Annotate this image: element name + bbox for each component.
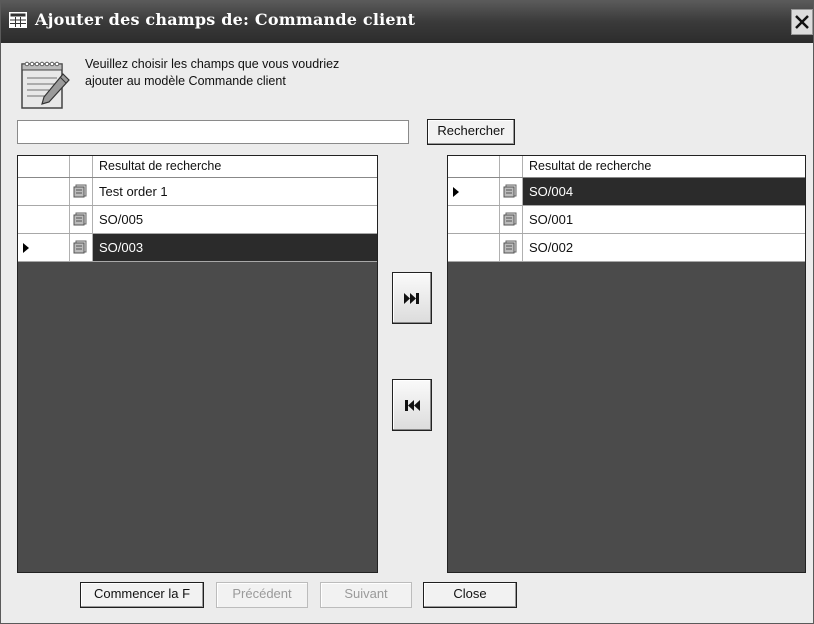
document-icon	[503, 212, 517, 226]
close-button[interactable]: Close	[423, 582, 517, 608]
column-header-result[interactable]: Resultat de recherche	[93, 156, 377, 177]
grid-window-icon	[9, 12, 27, 28]
cell-label: Test order 1	[99, 184, 168, 199]
selected-fields-grid[interactable]: Resultat de recherche SO/004 SO/001 SO/0…	[447, 155, 806, 573]
dialog-window: Ajouter des champs de: Commande client V…	[0, 0, 814, 624]
search-button[interactable]: Rechercher	[427, 119, 515, 145]
previous-button[interactable]: Précédent	[216, 582, 308, 608]
window-title: Ajouter des champs de: Commande client	[35, 10, 416, 29]
table-row[interactable]: SO/002	[448, 234, 805, 262]
row-selector[interactable]	[18, 234, 70, 261]
table-row[interactable]: Test order 1	[18, 178, 377, 206]
row-selector[interactable]	[448, 206, 500, 233]
cell-label: SO/002	[529, 240, 574, 255]
icon-column-header	[500, 156, 523, 177]
instruction-text: Veuillez choisir les champs que vous vou…	[85, 57, 340, 88]
table-row[interactable]: SO/005	[18, 206, 377, 234]
icon-column-header	[70, 156, 93, 177]
row-selector[interactable]	[18, 206, 70, 233]
row-selector[interactable]	[448, 234, 500, 261]
close-icon	[795, 15, 809, 29]
skip-back-icon	[405, 400, 420, 411]
remove-selected-button[interactable]	[392, 379, 432, 431]
add-selected-button[interactable]	[392, 272, 432, 324]
search-input[interactable]	[17, 120, 409, 144]
close-window-button[interactable]	[791, 9, 813, 35]
document-icon	[73, 184, 87, 198]
skip-forward-icon	[404, 293, 419, 304]
notepad-pencil-icon	[19, 58, 73, 112]
next-button[interactable]: Suivant	[320, 582, 412, 608]
cell-label: SO/005	[99, 212, 144, 227]
document-icon	[503, 240, 517, 254]
table-row-selected[interactable]: SO/003	[18, 234, 377, 262]
table-row-selected[interactable]: SO/004	[448, 178, 805, 206]
row-selector[interactable]	[448, 178, 500, 205]
grid-header: Resultat de recherche	[18, 156, 377, 178]
title-bar: Ajouter des champs de: Commande client	[1, 1, 813, 43]
document-icon	[73, 212, 87, 226]
current-row-arrow-icon	[453, 187, 459, 197]
start-button[interactable]: Commencer la F	[80, 582, 204, 608]
cell-label: SO/003	[93, 234, 377, 261]
cell-label: SO/004	[523, 178, 805, 205]
document-icon	[503, 184, 517, 198]
table-row[interactable]: SO/001	[448, 206, 805, 234]
cell-label: SO/001	[529, 212, 574, 227]
document-icon	[73, 240, 87, 254]
available-fields-grid[interactable]: Resultat de recherche Test order 1 SO/00…	[17, 155, 378, 573]
grid-header: Resultat de recherche	[448, 156, 805, 178]
row-selector[interactable]	[18, 178, 70, 205]
row-header-column	[448, 156, 500, 177]
column-header-result[interactable]: Resultat de recherche	[523, 156, 805, 177]
row-header-column	[18, 156, 70, 177]
current-row-arrow-icon	[23, 243, 29, 253]
